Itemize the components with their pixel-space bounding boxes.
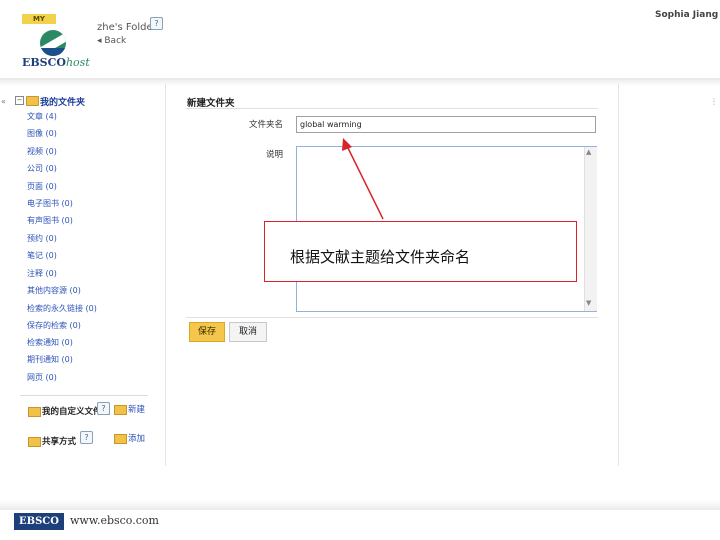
sidebar-item-audiobooks[interactable]: 有声图书 (0) <box>27 215 73 226</box>
folder-name-label: 文件夹名 <box>249 120 284 130</box>
sidebar-item-search-alerts[interactable]: 检索通知 (0) <box>27 337 73 348</box>
sidebar-item-images[interactable]: 图像 (0) <box>27 128 57 139</box>
help-icon[interactable]: ? <box>80 431 93 444</box>
collapse-right-icon[interactable]: ⋮ <box>710 97 718 106</box>
folder-icon <box>28 437 41 447</box>
main-border <box>618 84 619 466</box>
sidebar-item-videos[interactable]: 视频 (0) <box>27 146 57 157</box>
sidebar-item-search-permalinks[interactable]: 检索的永久链接 (0) <box>27 303 97 314</box>
help-icon[interactable]: ? <box>97 402 110 415</box>
collapse-left-icon[interactable]: « <box>1 97 6 106</box>
shared-label: 共享方式 <box>42 437 77 447</box>
sidebar-item-journal-alerts[interactable]: 期刊通知 (0) <box>27 354 73 365</box>
folder-icon <box>28 407 41 417</box>
save-button[interactable]: 保存 <box>189 322 225 342</box>
help-icon[interactable]: ? <box>150 17 163 30</box>
footer-url[interactable]: www.ebsco.com <box>70 514 159 527</box>
sidebar-item-annotations[interactable]: 注释 (0) <box>27 268 57 279</box>
ebsco-globe-icon <box>40 30 66 56</box>
sidebar-item-ebooks[interactable]: 电子图书 (0) <box>27 198 73 209</box>
logo-main-text: EBSCO <box>22 56 66 69</box>
description-label: 说明 <box>266 150 284 160</box>
sidebar-item-web-pages[interactable]: 网页 (0) <box>27 372 57 383</box>
textarea-scrollbar[interactable] <box>584 147 597 311</box>
user-name[interactable]: Sophia Jiang <box>655 10 718 20</box>
title-divider <box>186 108 598 109</box>
logo-host-text: host <box>65 56 90 69</box>
scroll-down-icon[interactable]: ▼ <box>586 299 591 307</box>
annotation-text: 根据文献主题给文件夹命名 <box>290 248 471 266</box>
folder-owner-title: zhe's Folder <box>97 22 157 33</box>
add-share-link[interactable]: 添加 <box>128 432 145 444</box>
sidebar-item-reservations[interactable]: 预约 (0) <box>27 233 57 244</box>
sidebar-border <box>165 84 166 466</box>
sidebar-item-saved-searches[interactable]: 保存的检索 (0) <box>27 320 81 331</box>
sidebar-item-pages[interactable]: 页面 (0) <box>27 181 57 192</box>
ebscohost-logo[interactable]: EBSCOhost <box>22 56 90 69</box>
page-title: 新建文件夹 <box>187 98 235 109</box>
folder-name-input[interactable] <box>296 116 596 133</box>
sidebar-divider <box>20 395 148 396</box>
back-link[interactable]: ◂ Back <box>97 36 126 46</box>
folder-icon <box>26 96 39 106</box>
my-folder-root[interactable]: 我的文件夹 <box>40 95 85 108</box>
form-divider <box>186 317 598 318</box>
my-tab-badge[interactable]: MY <box>22 14 56 24</box>
add-share-icon <box>114 434 127 444</box>
new-folder-link[interactable]: 新建 <box>128 403 145 415</box>
sidebar-item-companies[interactable]: 公司 (0) <box>27 163 57 174</box>
scroll-up-icon[interactable]: ▲ <box>586 148 591 156</box>
sidebar-item-notes[interactable]: 笔记 (0) <box>27 250 57 261</box>
new-folder-icon <box>114 405 127 415</box>
header-shadow <box>0 78 720 86</box>
tree-collapse-icon[interactable]: − <box>15 96 24 105</box>
sidebar-item-articles[interactable]: 文章 (4) <box>27 111 57 122</box>
footer-shadow <box>0 500 720 510</box>
ebsco-footer-logo[interactable]: EBSCO <box>14 513 64 530</box>
sidebar-item-other-sources[interactable]: 其他内容源 (0) <box>27 285 81 296</box>
cancel-button[interactable]: 取消 <box>229 322 267 342</box>
